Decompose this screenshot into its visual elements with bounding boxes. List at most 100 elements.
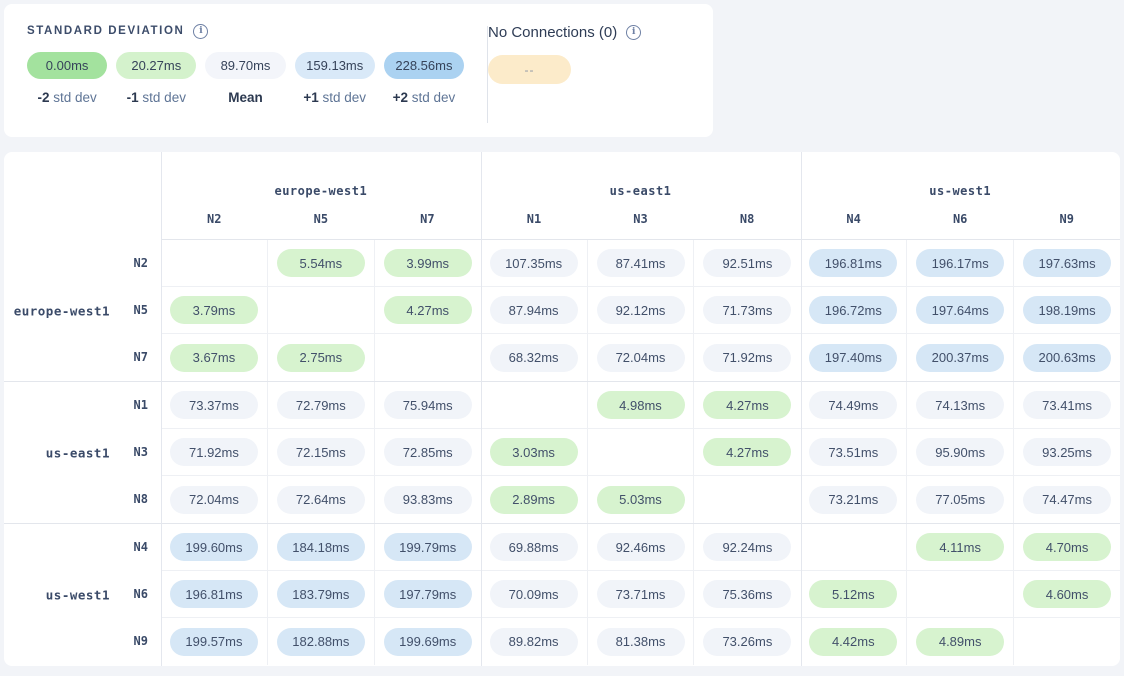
latency-pill[interactable]: 4.27ms bbox=[703, 438, 791, 466]
latency-pill[interactable]: 92.24ms bbox=[703, 533, 791, 561]
latency-pill[interactable]: 73.37ms bbox=[170, 391, 258, 419]
latency-pill[interactable]: 72.04ms bbox=[170, 486, 258, 514]
latency-pill[interactable]: 107.35ms bbox=[490, 249, 578, 277]
latency-pill[interactable]: 3.99ms bbox=[384, 249, 472, 277]
latency-pill[interactable]: 5.12ms bbox=[809, 580, 897, 608]
latency-pill[interactable]: 75.36ms bbox=[703, 580, 791, 608]
latency-pill[interactable]: 4.70ms bbox=[1023, 533, 1111, 561]
latency-cell: 73.21ms bbox=[800, 476, 906, 523]
latency-pill[interactable]: 5.03ms bbox=[597, 486, 685, 514]
latency-pill[interactable]: 73.51ms bbox=[809, 438, 897, 466]
latency-pill[interactable]: 3.79ms bbox=[170, 296, 258, 324]
latency-pill[interactable]: 68.32ms bbox=[490, 344, 578, 372]
latency-pill[interactable]: 197.40ms bbox=[809, 344, 897, 372]
latency-pill[interactable]: 197.63ms bbox=[1023, 249, 1111, 277]
info-icon[interactable]: i bbox=[193, 24, 208, 39]
column-node-N8[interactable]: N8 bbox=[694, 212, 801, 226]
latency-pill[interactable]: 81.38ms bbox=[597, 628, 685, 656]
latency-pill[interactable]: 198.19ms bbox=[1023, 296, 1111, 324]
latency-pill[interactable]: 69.88ms bbox=[490, 533, 578, 561]
latency-pill[interactable]: 197.64ms bbox=[916, 296, 1004, 324]
column-node-N9[interactable]: N9 bbox=[1013, 212, 1120, 226]
latency-pill[interactable]: 196.72ms bbox=[809, 296, 897, 324]
latency-pill[interactable]: 93.83ms bbox=[384, 486, 472, 514]
column-node-N1[interactable]: N1 bbox=[481, 212, 588, 226]
latency-pill[interactable]: 92.12ms bbox=[597, 296, 685, 324]
latency-pill[interactable]: 2.75ms bbox=[277, 344, 365, 372]
latency-cell: 197.64ms bbox=[906, 287, 1013, 333]
latency-cell: 183.79ms bbox=[267, 571, 374, 617]
latency-cell: 72.85ms bbox=[374, 429, 481, 475]
latency-pill[interactable]: 196.81ms bbox=[809, 249, 897, 277]
column-node-N2[interactable]: N2 bbox=[161, 212, 268, 226]
latency-pill[interactable]: 5.54ms bbox=[277, 249, 365, 277]
latency-pill[interactable]: 71.92ms bbox=[170, 438, 258, 466]
latency-pill[interactable]: 4.27ms bbox=[384, 296, 472, 324]
latency-pill[interactable]: 199.79ms bbox=[384, 533, 472, 561]
latency-pill[interactable]: 184.18ms bbox=[277, 533, 365, 561]
latency-pill[interactable]: 73.71ms bbox=[597, 580, 685, 608]
row-node-N2[interactable]: N2 bbox=[4, 240, 161, 287]
latency-pill[interactable]: 4.60ms bbox=[1023, 580, 1111, 608]
column-group-europe-west1: europe-west1N2N5N7 bbox=[161, 152, 481, 239]
row-node-N8[interactable]: N8 bbox=[4, 476, 161, 523]
latency-pill[interactable]: 199.60ms bbox=[170, 533, 258, 561]
latency-pill[interactable]: 72.85ms bbox=[384, 438, 472, 466]
latency-pill[interactable]: 74.47ms bbox=[1023, 486, 1111, 514]
latency-pill[interactable]: 196.17ms bbox=[916, 249, 1004, 277]
latency-cell: 196.17ms bbox=[906, 240, 1013, 286]
latency-pill[interactable]: 89.82ms bbox=[490, 628, 578, 656]
column-node-N5[interactable]: N5 bbox=[268, 212, 375, 226]
legend-label: -1 std dev bbox=[116, 90, 196, 105]
latency-pill[interactable]: 73.41ms bbox=[1023, 391, 1111, 419]
row-node-N9[interactable]: N9 bbox=[4, 618, 161, 665]
info-icon[interactable]: i bbox=[626, 25, 641, 40]
column-node-N6[interactable]: N6 bbox=[907, 212, 1014, 226]
latency-pill[interactable]: 196.81ms bbox=[170, 580, 258, 608]
latency-pill[interactable]: 199.69ms bbox=[384, 628, 472, 656]
latency-pill[interactable]: 72.15ms bbox=[277, 438, 365, 466]
latency-pill[interactable]: 182.88ms bbox=[277, 628, 365, 656]
latency-pill[interactable]: 3.03ms bbox=[490, 438, 578, 466]
latency-pill[interactable]: 3.67ms bbox=[170, 344, 258, 372]
latency-pill[interactable]: 74.13ms bbox=[916, 391, 1004, 419]
column-node-N7[interactable]: N7 bbox=[374, 212, 481, 226]
latency-pill[interactable]: 200.37ms bbox=[916, 344, 1004, 372]
latency-pill[interactable]: 4.27ms bbox=[703, 391, 791, 419]
latency-pill[interactable]: 75.94ms bbox=[384, 391, 472, 419]
latency-pill[interactable]: 197.79ms bbox=[384, 580, 472, 608]
column-node-N3[interactable]: N3 bbox=[587, 212, 694, 226]
latency-pill[interactable]: 87.94ms bbox=[490, 296, 578, 324]
latency-cell: 68.32ms bbox=[481, 334, 587, 381]
latency-pill[interactable]: 73.21ms bbox=[809, 486, 897, 514]
latency-pill[interactable]: 72.64ms bbox=[277, 486, 365, 514]
latency-pill[interactable]: 183.79ms bbox=[277, 580, 365, 608]
latency-pill[interactable]: 74.49ms bbox=[809, 391, 897, 419]
latency-pill[interactable]: 92.46ms bbox=[597, 533, 685, 561]
latency-pill[interactable]: 71.92ms bbox=[703, 344, 791, 372]
latency-pill[interactable]: 4.11ms bbox=[916, 533, 1004, 561]
latency-pill[interactable]: 93.25ms bbox=[1023, 438, 1111, 466]
latency-pill[interactable]: 73.26ms bbox=[703, 628, 791, 656]
row-node-N7[interactable]: N7 bbox=[4, 334, 161, 381]
latency-pill[interactable]: 71.73ms bbox=[703, 296, 791, 324]
latency-pill[interactable]: 92.51ms bbox=[703, 249, 791, 277]
row-node-N4[interactable]: N4 bbox=[4, 524, 161, 571]
latency-pill[interactable]: 70.09ms bbox=[490, 580, 578, 608]
latency-pill[interactable]: 87.41ms bbox=[597, 249, 685, 277]
latency-pill[interactable]: 4.89ms bbox=[916, 628, 1004, 656]
latency-pill[interactable]: 4.98ms bbox=[597, 391, 685, 419]
latency-pill[interactable]: 72.79ms bbox=[277, 391, 365, 419]
column-node-N4[interactable]: N4 bbox=[800, 212, 907, 226]
latency-pill[interactable]: 72.04ms bbox=[597, 344, 685, 372]
latency-pill[interactable]: 95.90ms bbox=[916, 438, 1004, 466]
row-node-N1[interactable]: N1 bbox=[4, 382, 161, 429]
latency-pill[interactable]: 199.57ms bbox=[170, 628, 258, 656]
latency-pill[interactable]: 2.89ms bbox=[490, 486, 578, 514]
latency-pill[interactable]: 77.05ms bbox=[916, 486, 1004, 514]
latency-matrix: europe-west1N2N5N7us-east1N1N3N8us-west1… bbox=[4, 152, 1120, 666]
latency-pill[interactable]: 200.63ms bbox=[1023, 344, 1111, 372]
latency-cell bbox=[481, 382, 587, 428]
latency-pill[interactable]: 4.42ms bbox=[809, 628, 897, 656]
latency-cell: 200.63ms bbox=[1013, 334, 1120, 381]
